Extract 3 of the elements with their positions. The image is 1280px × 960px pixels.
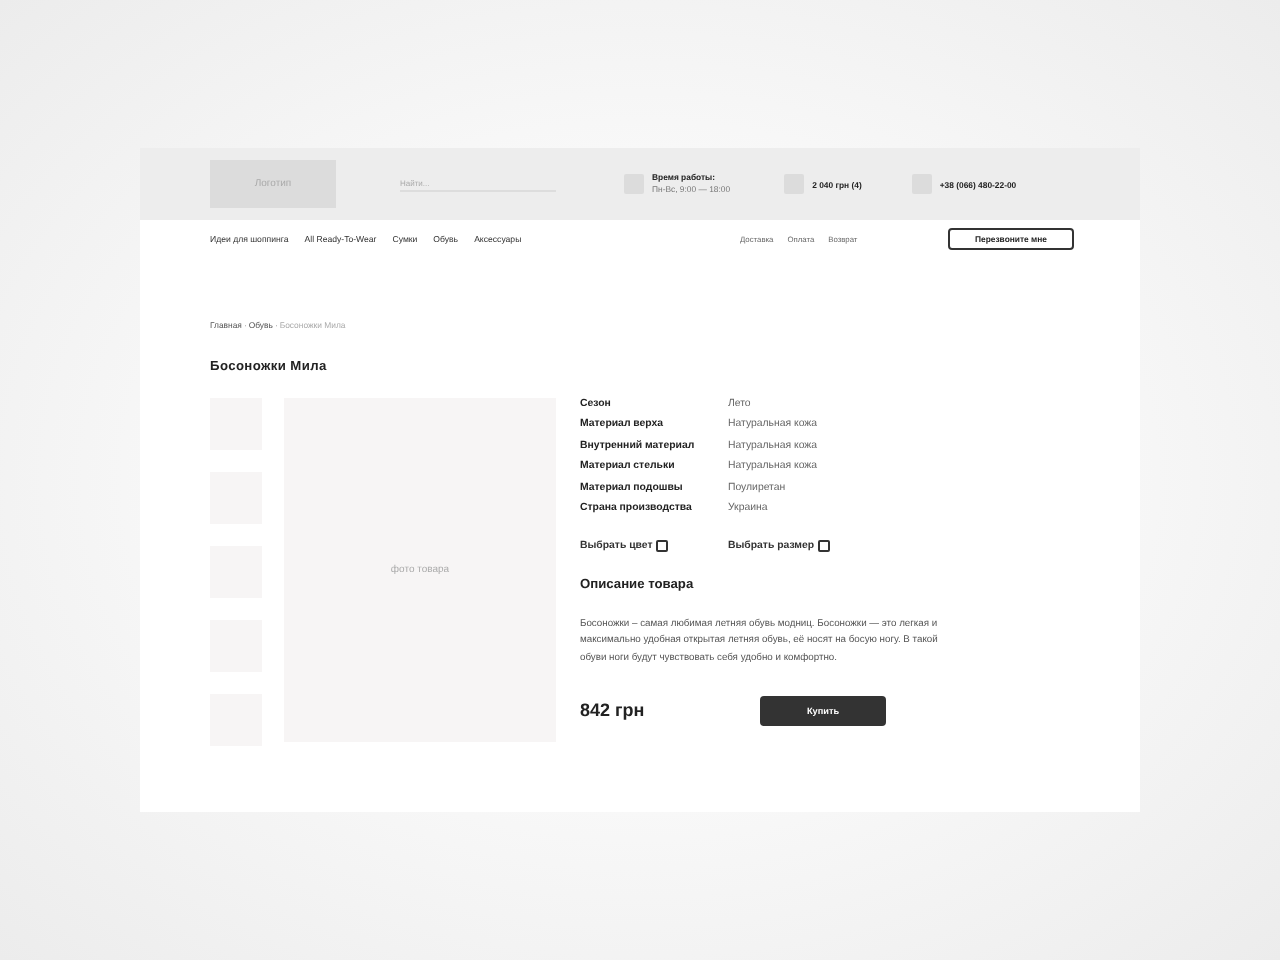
price: 842 грн — [580, 700, 647, 721]
dropdown-icon — [656, 539, 669, 552]
dropdown-icon — [818, 539, 831, 552]
